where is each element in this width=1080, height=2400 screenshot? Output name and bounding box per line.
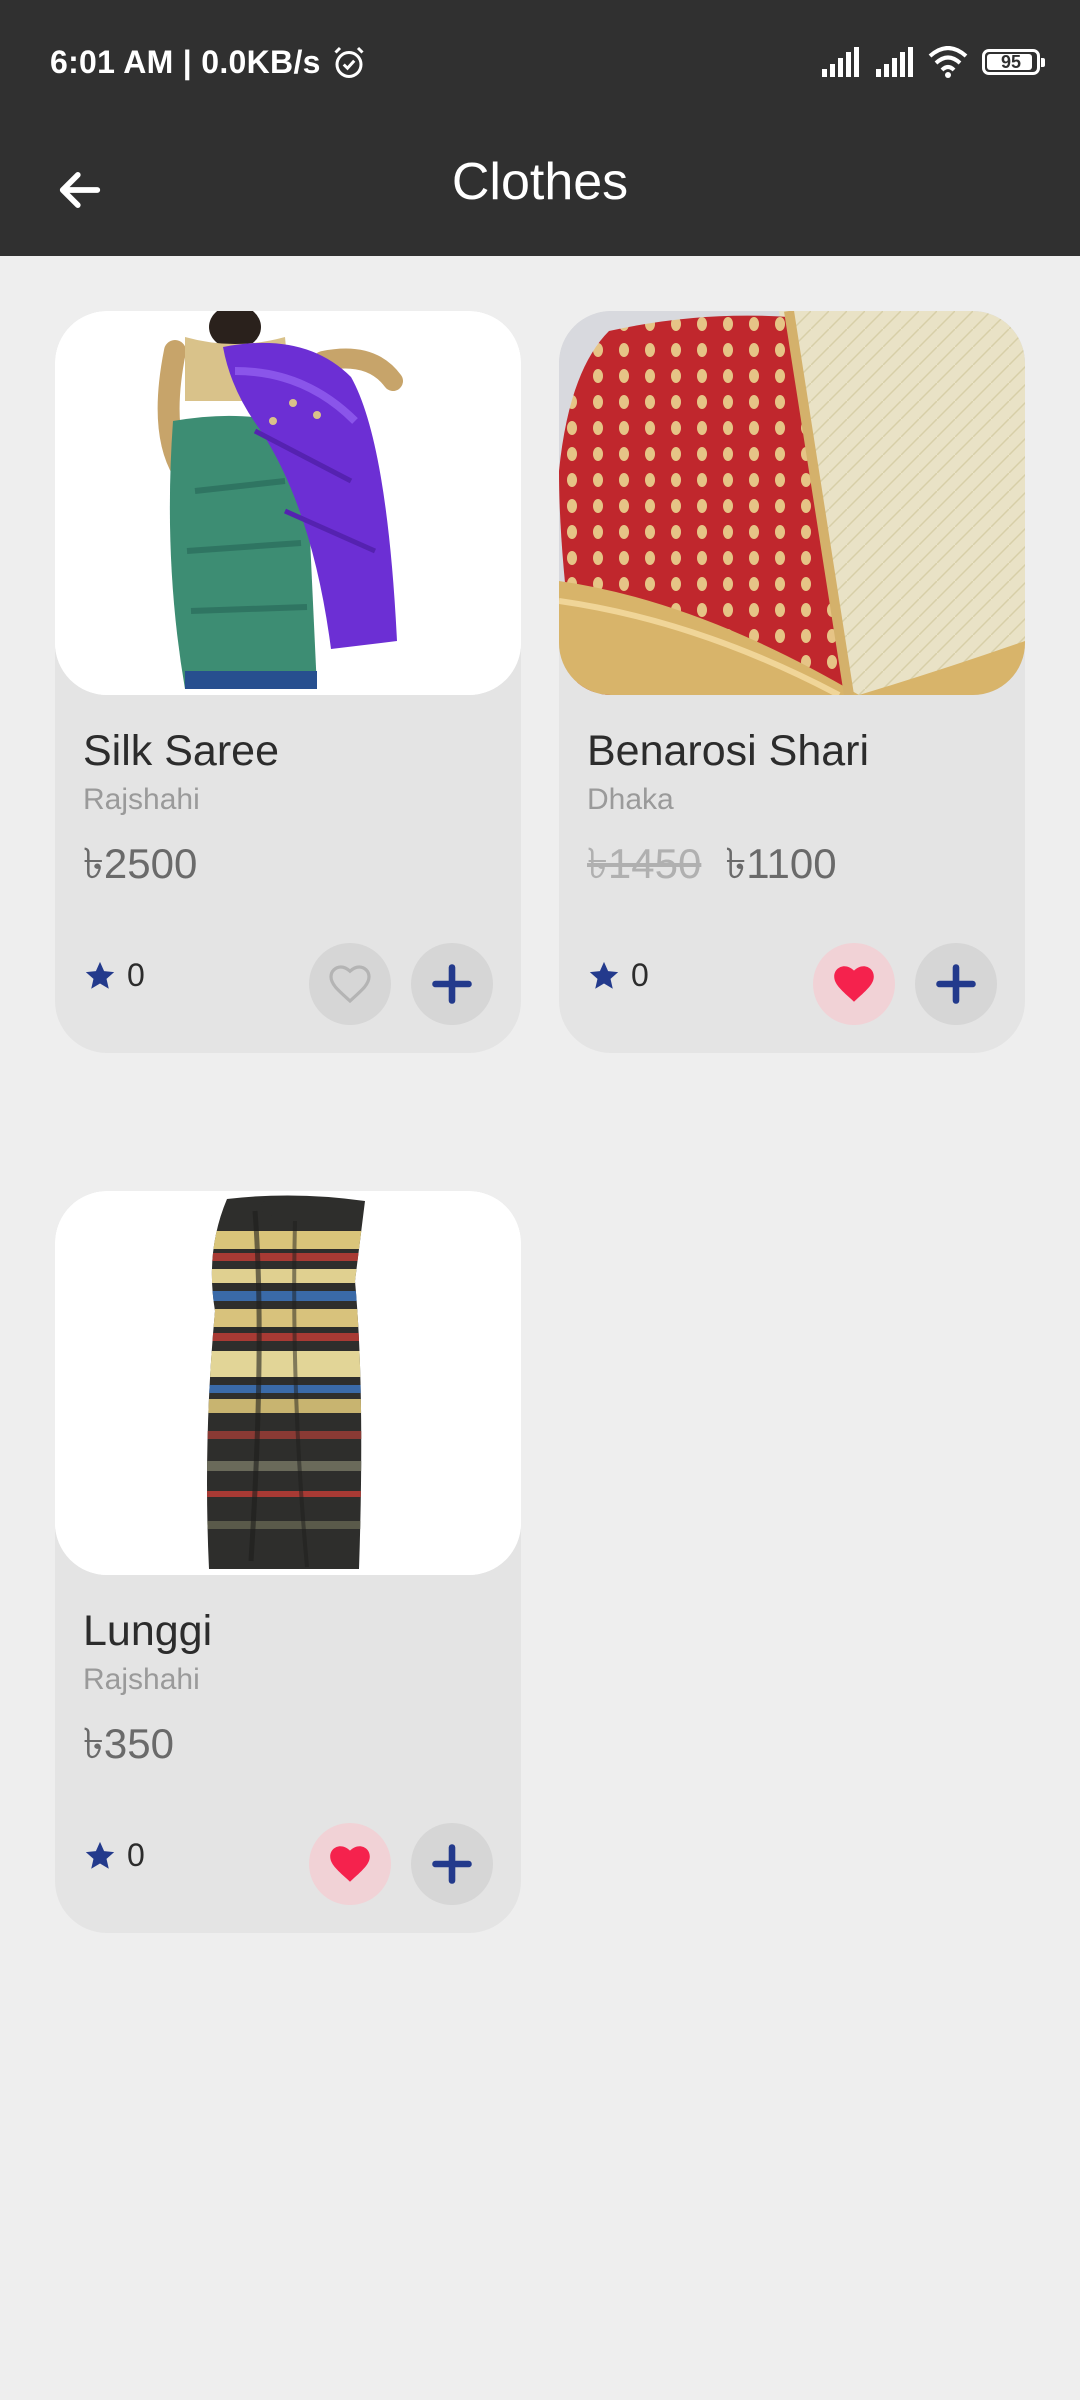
favorite-button[interactable] xyxy=(813,943,895,1025)
product-price-row: ৳350 xyxy=(83,1711,174,1782)
heart-outline-icon xyxy=(329,965,371,1004)
product-price-row: ৳2500 xyxy=(83,831,197,902)
product-card[interactable]: Silk Saree Rajshahi ৳2500 0 xyxy=(55,311,521,1053)
add-to-cart-button[interactable] xyxy=(411,1823,493,1905)
battery-level: 95 xyxy=(1000,51,1022,72)
product-price: ৳2500 xyxy=(83,840,198,887)
rating: 0 xyxy=(83,1837,145,1874)
product-location: Rajshahi xyxy=(83,783,200,816)
plus-icon xyxy=(936,964,976,1004)
star-icon xyxy=(589,961,619,989)
alarm-icon xyxy=(334,46,364,78)
plus-icon xyxy=(432,964,472,1004)
product-image[interactable] xyxy=(55,1191,521,1575)
rating-count: 0 xyxy=(127,1837,145,1873)
rating: 0 xyxy=(587,957,649,994)
product-image[interactable] xyxy=(55,311,521,695)
saree-image xyxy=(55,311,521,695)
status-time-speed: 6:01 AM | 0.0KB/s xyxy=(50,44,321,80)
signal-icon xyxy=(876,47,913,77)
product-image[interactable] xyxy=(559,311,1025,695)
product-card[interactable]: Benarosi Shari Dhaka ৳1450 ৳1100 0 xyxy=(559,311,1025,1053)
heart-filled-icon xyxy=(834,966,874,1002)
rating-count: 0 xyxy=(127,957,145,993)
signal-icon xyxy=(822,47,859,77)
status-bar: 6:01 AM | 0.0KB/s 95 xyxy=(0,0,1080,128)
product-price: ৳350 xyxy=(83,1720,174,1767)
rating-count: 0 xyxy=(631,957,649,993)
product-old-price: ৳1450 xyxy=(587,840,702,887)
product-price: ৳1100 xyxy=(725,840,837,887)
product-name: Benarosi Shari xyxy=(587,727,870,775)
favorite-button[interactable] xyxy=(309,943,391,1025)
page-title: Clothes xyxy=(451,153,629,211)
status-left: 6:01 AM | 0.0KB/s xyxy=(50,44,367,81)
product-name: Silk Saree xyxy=(83,727,279,775)
product-location: Dhaka xyxy=(587,783,674,816)
favorite-button[interactable] xyxy=(309,1823,391,1905)
status-right: 95 xyxy=(820,46,1045,78)
battery-icon: 95 xyxy=(982,49,1045,75)
add-to-cart-button[interactable] xyxy=(915,943,997,1025)
wifi-icon xyxy=(928,46,968,78)
rating: 0 xyxy=(83,957,145,994)
product-location: Rajshahi xyxy=(83,1663,200,1696)
product-price-row: ৳1450 ৳1100 xyxy=(587,831,837,902)
star-icon xyxy=(85,1841,115,1869)
app-bar: Clothes xyxy=(0,128,1080,256)
heart-filled-icon xyxy=(330,1846,370,1882)
add-to-cart-button[interactable] xyxy=(411,943,493,1025)
product-card[interactable]: Lunggi Rajshahi ৳350 0 xyxy=(55,1191,521,1933)
product-name: Lunggi xyxy=(83,1607,213,1655)
lunggi-image xyxy=(55,1191,521,1575)
plus-icon xyxy=(432,1844,472,1884)
benarosi-image xyxy=(559,311,1025,695)
star-icon xyxy=(85,961,115,989)
